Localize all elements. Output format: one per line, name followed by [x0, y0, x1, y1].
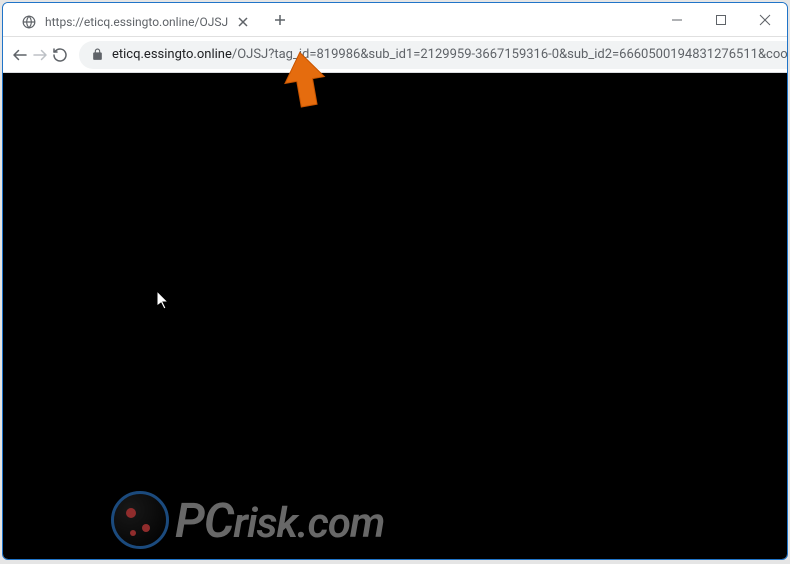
arrow-pointer-icon [272, 46, 338, 119]
tab-title: https://eticq.essingto.online/OJSJ [45, 15, 228, 29]
close-icon[interactable] [236, 15, 250, 29]
new-tab-button[interactable] [268, 8, 292, 32]
reload-button[interactable] [51, 41, 69, 69]
url-domain: eticq.essingto.online [112, 47, 232, 62]
minimize-button[interactable] [655, 3, 699, 37]
watermark-text: PCrisk.com [175, 492, 384, 549]
url-text: eticq.essingto.online/OJSJ?tag_id=819986… [112, 47, 788, 62]
toolbar: eticq.essingto.online/OJSJ?tag_id=819986… [3, 37, 787, 73]
forward-button[interactable] [31, 41, 49, 69]
title-bar: https://eticq.essingto.online/OJSJ [3, 3, 787, 37]
page-content: PCrisk.com [3, 73, 787, 559]
close-window-button[interactable] [743, 3, 787, 37]
cursor-icon [157, 291, 171, 315]
watermark: PCrisk.com [111, 491, 384, 549]
watermark-logo-icon [111, 491, 169, 549]
browser-window: https://eticq.essingto.online/OJSJ [2, 2, 788, 560]
browser-tab[interactable]: https://eticq.essingto.online/OJSJ [9, 8, 260, 36]
lock-icon [91, 48, 104, 61]
back-button[interactable] [11, 41, 29, 69]
address-bar[interactable]: eticq.essingto.online/OJSJ?tag_id=819986… [79, 41, 788, 69]
window-controls [655, 3, 787, 37]
globe-icon [21, 14, 37, 30]
maximize-button[interactable] [699, 3, 743, 37]
